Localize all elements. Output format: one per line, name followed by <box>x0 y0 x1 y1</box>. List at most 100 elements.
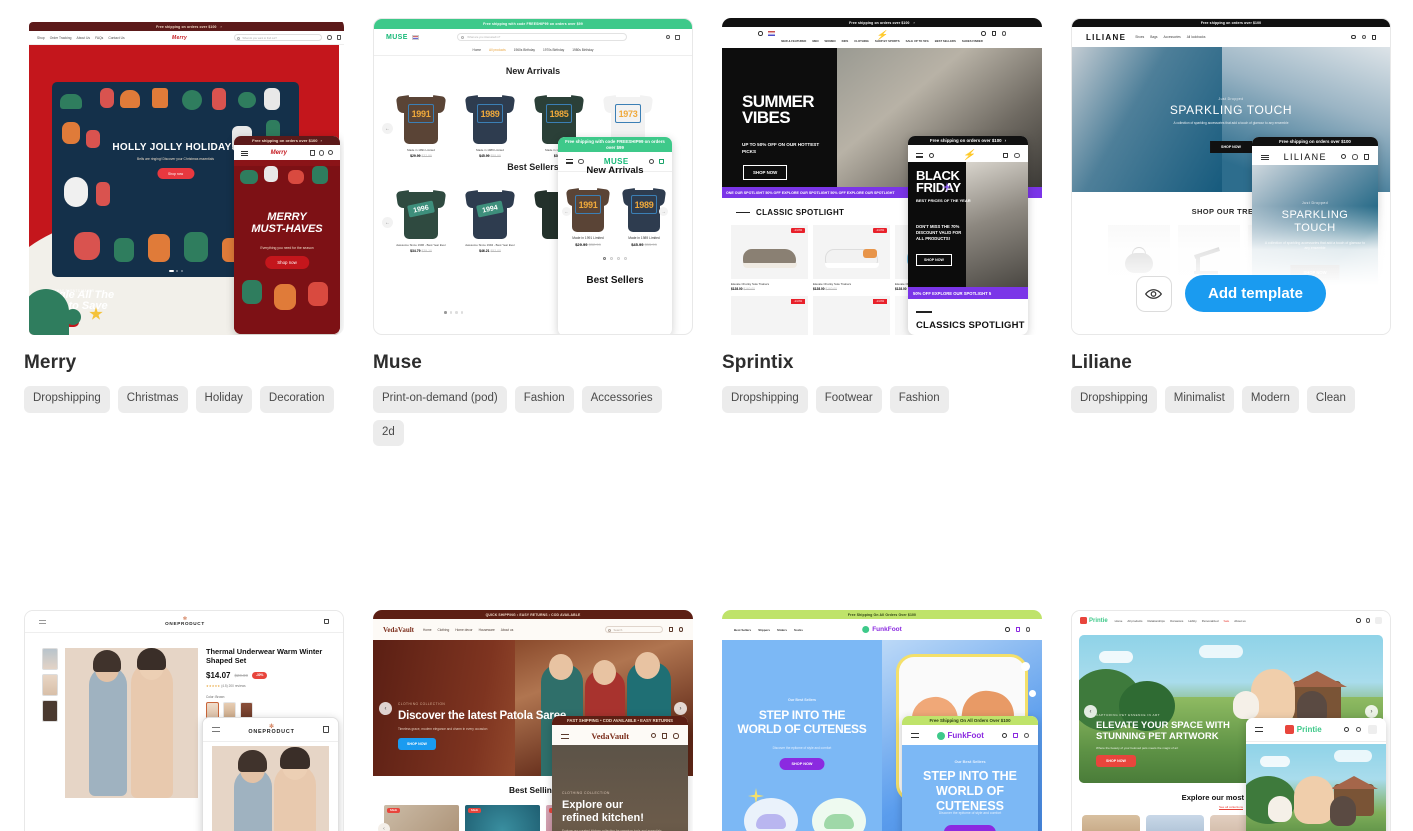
product-card[interactable]: -14.0% Elevate Chunky Sole Trainers $128… <box>813 225 890 291</box>
tag[interactable]: Clean <box>1306 386 1355 413</box>
category-card[interactable]: Slippers <box>744 798 798 831</box>
mobile-carousel-dots[interactable] <box>603 257 627 260</box>
cart-icon[interactable] <box>1012 732 1018 739</box>
mobile-carousel-prev[interactable]: ← <box>562 207 571 216</box>
account-icon[interactable] <box>1361 34 1366 39</box>
product-card[interactable]: 1989 Made in 1989 Limited $45.99 $55.99 <box>461 92 519 158</box>
template-preview-sprintix[interactable]: Free shipping on orders over $100 › ⚡ NEW <box>722 18 1042 335</box>
search-icon[interactable] <box>651 733 657 739</box>
tag[interactable]: Modern <box>1241 386 1299 413</box>
product-card[interactable]: 1989 Made in 1989 Limited $45.99 $55.99 <box>621 185 667 247</box>
bag-icon[interactable] <box>1363 154 1369 160</box>
search-icon[interactable] <box>1341 154 1347 160</box>
cart-icon[interactable] <box>662 733 668 739</box>
cart-icon[interactable] <box>1368 725 1377 734</box>
flag-icon[interactable] <box>411 34 419 40</box>
product-thumbnails[interactable] <box>42 648 58 722</box>
swatch[interactable] <box>206 701 219 719</box>
tag[interactable]: Minimalist <box>1164 386 1234 413</box>
product-card[interactable]: -14.0% Elevate Chunky Sole Trainers $128… <box>731 225 808 291</box>
product-card[interactable]: SALE Turq wrap printed multicolor ₹4,534… <box>465 805 540 831</box>
account-icon[interactable] <box>1014 152 1020 159</box>
hamburger-icon[interactable] <box>1255 727 1263 732</box>
product-image[interactable] <box>65 648 198 798</box>
tag[interactable]: Print-on-demand (pod) <box>373 386 507 413</box>
search-icon[interactable] <box>1356 618 1361 623</box>
cart-icon[interactable] <box>668 627 673 632</box>
mobile-cta-button[interactable]: SHOP NOW <box>943 825 997 831</box>
hero-cta-button[interactable]: Shop now <box>156 168 195 179</box>
account-icon[interactable] <box>1365 618 1370 623</box>
category-card[interactable]: For Family <box>1082 815 1140 831</box>
mobile-product-image[interactable] <box>212 746 329 831</box>
carousel-dots[interactable] <box>444 311 463 314</box>
product-card[interactable]: -14.0% <box>813 296 890 335</box>
template-card-printie[interactable]: Printie Home All products Relationships … <box>1071 610 1391 831</box>
tag[interactable]: Dropshipping <box>24 386 110 413</box>
mobile-carousel-next[interactable]: → <box>659 207 668 216</box>
mobile-cta-button[interactable]: Shop now <box>265 256 309 269</box>
template-card-liliane[interactable]: Free shipping on orders over $100 LILIAN… <box>1071 18 1391 446</box>
hamburger-icon[interactable] <box>1261 154 1269 160</box>
carousel-prev[interactable]: ‹ <box>379 702 392 715</box>
tag[interactable]: Dropshipping <box>1071 386 1157 413</box>
flag-icon[interactable] <box>767 31 775 36</box>
cart-icon[interactable] <box>309 150 315 156</box>
tag[interactable]: 2d <box>373 419 404 446</box>
add-template-button[interactable]: Add template <box>1184 275 1326 312</box>
bag-icon[interactable] <box>991 31 996 36</box>
cart-icon[interactable] <box>1375 617 1382 624</box>
template-preview-vedavault[interactable]: QUICK SHIPPING • EASY RETURNS • COD AVAI… <box>373 610 693 831</box>
eye-icon[interactable] <box>1135 276 1172 312</box>
account-icon[interactable] <box>1023 732 1029 739</box>
carousel-prev[interactable]: ‹ <box>1084 705 1097 718</box>
category-card[interactable]: For Couple <box>1146 815 1204 831</box>
tag[interactable]: Christmas <box>117 386 188 413</box>
search-input[interactable]: Search <box>604 626 663 633</box>
tag[interactable]: Accessories <box>581 386 662 413</box>
help-icon[interactable] <box>665 34 671 39</box>
search-input[interactable]: What are you interested in? <box>457 33 628 41</box>
search-icon[interactable] <box>981 31 986 36</box>
template-card-vedavault[interactable]: QUICK SHIPPING • EASY RETURNS • COD AVAI… <box>373 610 693 831</box>
product-card[interactable]: SALE Grey Cotton Saree ₹4,534 ★★★★★ (4.9… <box>384 805 459 831</box>
thumbnail[interactable] <box>42 700 58 722</box>
carousel-next[interactable]: › <box>674 702 687 715</box>
help-icon[interactable] <box>578 158 584 165</box>
account-icon[interactable] <box>678 627 683 632</box>
account-icon[interactable] <box>1001 31 1006 36</box>
hamburger-icon[interactable] <box>241 150 248 156</box>
account-icon[interactable] <box>673 733 679 739</box>
template-preview-muse[interactable]: Free shipping with code FREESHIP99 on or… <box>373 18 693 335</box>
template-card-sprintix[interactable]: Free shipping on orders over $100 › ⚡ NEW <box>722 18 1042 446</box>
product-card[interactable]: 1991 Made in 1991 Limited $29.99 $32.99 <box>565 185 611 247</box>
account-icon[interactable] <box>1355 726 1361 733</box>
hero-cta-button[interactable]: SHOP NOW <box>743 165 788 180</box>
search-icon[interactable] <box>1343 727 1349 732</box>
template-preview-liliane[interactable]: Free shipping on orders over $100 LILIAN… <box>1071 18 1391 335</box>
hamburger-icon[interactable] <box>39 619 46 624</box>
tag[interactable]: Dropshipping <box>722 386 808 413</box>
mobile-cta-button[interactable]: SHOP NOW <box>916 254 952 266</box>
template-card-oneproduct[interactable]: ✻ ONEPRODUCT Thermal Underwear Warm Wint… <box>24 610 344 831</box>
swatch[interactable] <box>240 701 253 719</box>
carousel-prev[interactable]: ← <box>382 217 393 228</box>
product-card[interactable]: 1996 Awesome Since 1996 - Best Year Ever… <box>392 187 450 253</box>
cart-icon[interactable] <box>675 34 680 40</box>
template-card-merry[interactable]: Free shipping on orders over $100 › Shop… <box>24 18 344 446</box>
hero-cta-button[interactable]: SHOP NOW <box>779 758 825 770</box>
carousel-prev[interactable]: ‹ <box>378 823 390 831</box>
swatch[interactable] <box>223 701 236 719</box>
category-card[interactable]: Sliders <box>812 798 866 831</box>
template-preview-merry[interactable]: Free shipping on orders over $100 › Shop… <box>24 18 344 335</box>
tag[interactable]: Holiday <box>195 386 252 413</box>
hamburger-icon[interactable] <box>212 727 220 733</box>
template-preview-printie[interactable]: Printie Home All products Relationships … <box>1071 610 1391 831</box>
account-icon[interactable] <box>318 150 324 156</box>
tag[interactable]: Fashion <box>889 386 949 413</box>
cart-icon[interactable] <box>323 726 329 733</box>
carousel-next[interactable]: › <box>1365 705 1378 718</box>
search-icon[interactable] <box>649 158 654 164</box>
tag[interactable]: Fashion <box>514 386 574 413</box>
template-preview-funkfoot[interactable]: Free Shipping On All Orders Over $100 Be… <box>722 610 1042 831</box>
